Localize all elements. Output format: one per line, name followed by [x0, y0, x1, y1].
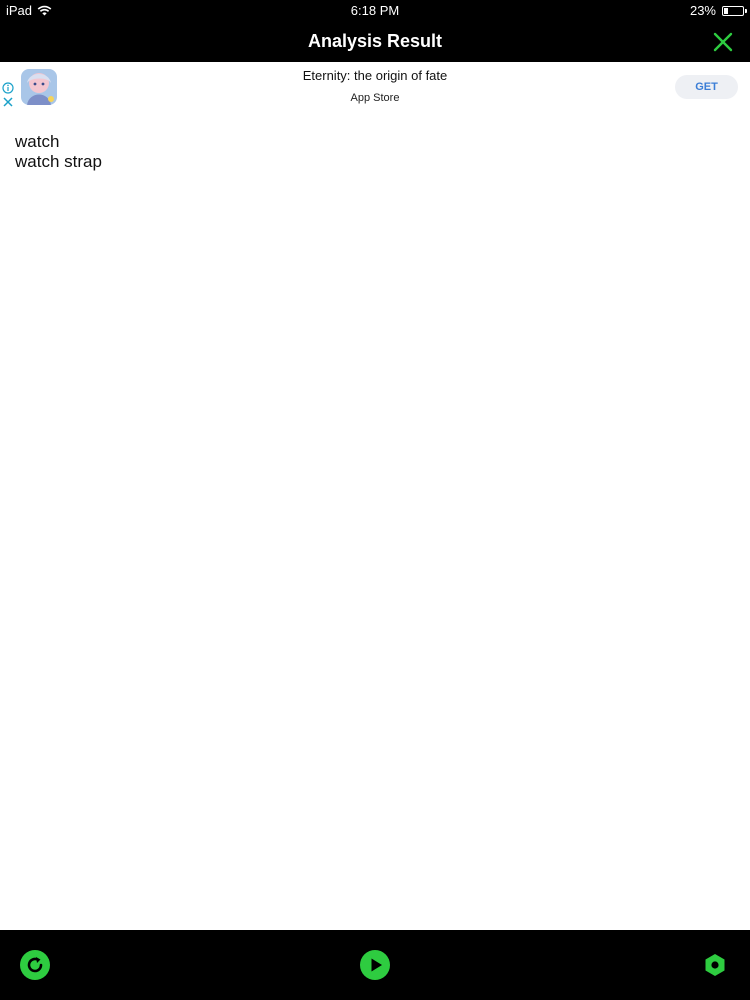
refresh-icon	[20, 950, 50, 980]
status-time: 6:18 PM	[350, 3, 400, 18]
play-icon	[360, 950, 390, 980]
ad-get-button[interactable]: GET	[675, 75, 738, 99]
page-title: Analysis Result	[307, 31, 443, 51]
analysis-results: watch watch strap	[15, 132, 102, 172]
status-bar: iPad 6:18 PM 23%	[0, 0, 750, 22]
analysis-result-screen: iPad 6:18 PM 23% Analysis Result Eternit…	[0, 0, 750, 1000]
battery-level	[724, 7, 728, 14]
battery-percent: 23%	[689, 3, 716, 18]
ad-title: Eternity: the origin of fate	[302, 68, 448, 83]
settings-button[interactable]	[699, 949, 731, 981]
battery-icon	[722, 5, 747, 16]
ad-banner[interactable]: Eternity: the origin of fate App Store G…	[0, 62, 750, 112]
play-button[interactable]	[359, 949, 391, 981]
status-right: 23%	[689, 3, 747, 18]
result-item: watch strap	[15, 152, 102, 171]
result-item: watch	[15, 132, 60, 151]
close-icon	[713, 32, 733, 52]
close-button[interactable]	[710, 29, 736, 55]
top-bar: iPad 6:18 PM 23% Analysis Result	[0, 0, 750, 62]
refresh-button[interactable]	[19, 949, 51, 981]
ad-subtitle: App Store	[350, 92, 400, 104]
hexagon-settings-icon	[705, 954, 725, 976]
nav-bar: Analysis Result	[0, 22, 750, 62]
bottom-toolbar	[0, 930, 750, 1000]
